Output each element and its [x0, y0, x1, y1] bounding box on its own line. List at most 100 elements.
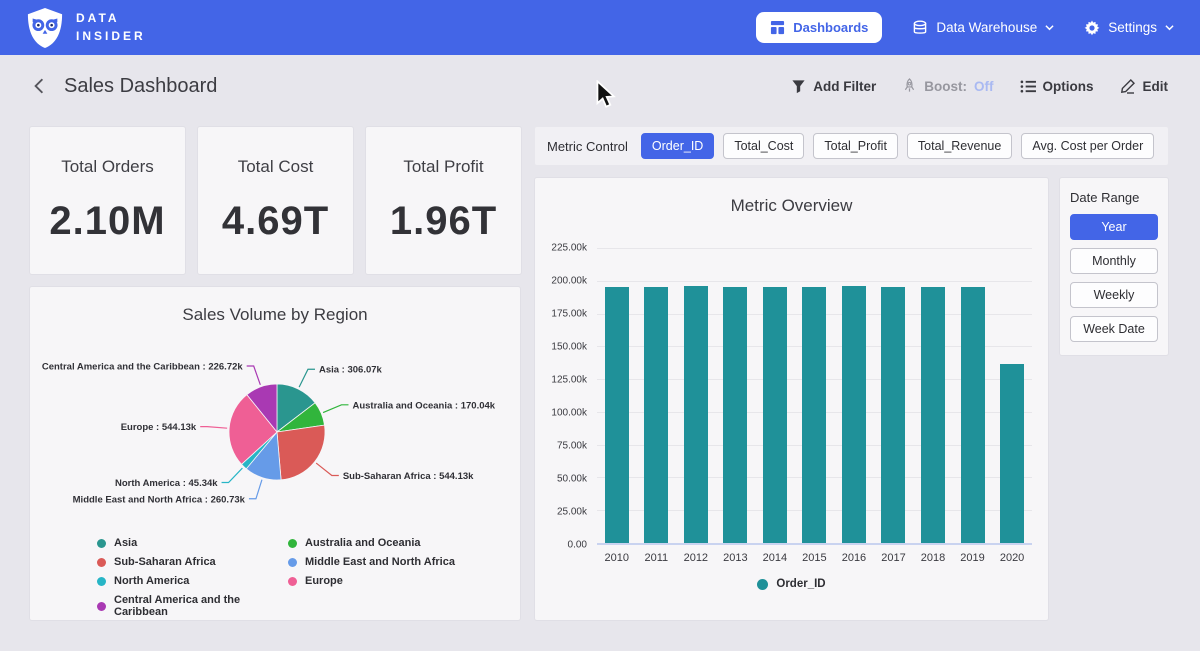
pie-leader-line [247, 366, 261, 385]
bar-2020[interactable] [1000, 364, 1024, 543]
metric-option-order-id[interactable]: Order_ID [641, 133, 714, 159]
bar-2013[interactable] [723, 287, 747, 543]
legend-label: Central America and the Caribbean [114, 594, 288, 618]
add-filter-label: Add Filter [813, 79, 876, 94]
y-tick-label: 0.00 [568, 540, 587, 551]
metric-option-total-revenue[interactable]: Total_Revenue [907, 133, 1012, 159]
legend-item-asia[interactable]: Asia [97, 537, 288, 549]
bar-slot [755, 248, 794, 543]
pie-slice-sub-saharan-africa[interactable] [277, 425, 325, 480]
date-range-option-monthly[interactable]: Monthly [1070, 248, 1158, 274]
boost-value: Off [974, 79, 994, 94]
legend-item-europe[interactable]: Europe [288, 575, 455, 587]
bar-slot [834, 248, 873, 543]
options-label: Options [1043, 79, 1094, 94]
x-tick-label: 2012 [676, 552, 715, 564]
kpi-value: 1.96T [390, 199, 497, 244]
legend-dot [288, 539, 297, 548]
bar-2014[interactable] [763, 287, 787, 543]
kpi-label: Total Orders [61, 157, 154, 177]
y-tick-label: 225.00k [551, 243, 587, 254]
add-filter-button[interactable]: Add Filter [791, 79, 876, 94]
bar-2010[interactable] [605, 287, 629, 543]
kpi-label: Total Profit [403, 157, 483, 177]
pie-leader-line [200, 427, 227, 429]
date-range-option-year[interactable]: Year [1070, 214, 1158, 240]
legend-item-sub-saharan-africa[interactable]: Sub-Saharan Africa [97, 556, 288, 568]
x-tick-label: 2016 [834, 552, 873, 564]
legend-item-central-america-and-the-caribbean[interactable]: Central America and the Caribbean [97, 594, 288, 618]
pie-label-central-america-and-the-caribbean: Central America and the Caribbean : 226.… [42, 361, 244, 372]
bar-2011[interactable] [644, 287, 668, 543]
date-range-card: Date Range YearMonthlyWeeklyWeek Date [1060, 178, 1168, 355]
bar-2018[interactable] [921, 287, 945, 543]
metric-control-buttons: Order_ID Total_Cost Total_Profit Total_Reve… [641, 133, 1154, 159]
boost-label: Boost: [924, 79, 967, 94]
metric-option-total-profit[interactable]: Total_Profit [813, 133, 898, 159]
x-tick-label: 2018 [914, 552, 953, 564]
bar-slot [637, 248, 676, 543]
pie-leader-line [222, 468, 243, 482]
page-title: Sales Dashboard [64, 75, 217, 98]
chevron-down-icon [1045, 23, 1054, 32]
data-warehouse-label: Data Warehouse [936, 20, 1037, 35]
settings-menu[interactable]: Settings [1084, 20, 1174, 36]
metric-control-label: Metric Control [547, 139, 628, 154]
legend-item-middle-east-and-north-africa[interactable]: Middle East and North Africa [288, 556, 455, 568]
bar-2015[interactable] [802, 287, 826, 543]
bar-slot [993, 248, 1032, 543]
date-range-option-week-date[interactable]: Week Date [1070, 316, 1158, 342]
bar-chart-legend: Order_ID [535, 578, 1048, 590]
bar-slot [874, 248, 913, 543]
bar-slot [716, 248, 755, 543]
bar-chart-title: Metric Overview [535, 178, 1048, 216]
legend-dot [97, 539, 106, 548]
legend-label: Sub-Saharan Africa [114, 556, 216, 568]
data-warehouse-menu[interactable]: Data Warehouse [912, 20, 1054, 36]
chevron-down-icon [1165, 23, 1174, 32]
x-tick-label: 2015 [795, 552, 834, 564]
x-tick-label: 2011 [637, 552, 676, 564]
pie-leader-line [323, 405, 348, 413]
bar-2019[interactable] [961, 287, 985, 543]
options-button[interactable]: Options [1020, 79, 1094, 94]
date-range-option-weekly[interactable]: Weekly [1070, 282, 1158, 308]
dashboard-grid-icon [770, 20, 785, 35]
sales-dashboard-page: DATA INSIDER Dashboards Data Warehou [0, 0, 1200, 651]
legend-dot [97, 602, 106, 611]
bar-2016[interactable] [842, 286, 866, 543]
back-button[interactable] [32, 77, 46, 95]
bar-2012[interactable] [684, 286, 708, 543]
pie-leader-line [249, 480, 262, 499]
top-navbar: DATA INSIDER Dashboards Data Warehou [0, 0, 1200, 55]
legend-dot [97, 577, 106, 586]
brand-line2: INSIDER [76, 28, 146, 45]
header-actions: Add Filter Boost: Off Options [791, 78, 1168, 94]
x-tick-label: 2014 [755, 552, 794, 564]
database-icon [912, 20, 928, 36]
edit-button[interactable]: Edit [1120, 78, 1169, 94]
boost-toggle[interactable]: Boost: Off [902, 78, 993, 94]
legend-label: Middle East and North Africa [305, 556, 455, 568]
legend-dot [97, 558, 106, 567]
y-tick-label: 75.00k [557, 441, 587, 452]
edit-pencil-icon [1120, 78, 1136, 94]
bar-2017[interactable] [881, 287, 905, 543]
pie-chart[interactable]: Asia : 306.07kAustralia and Oceania : 17… [30, 337, 520, 532]
dashboards-button[interactable]: Dashboards [756, 12, 882, 43]
pie-label-middle-east-and-north-africa: Middle East and North Africa : 260.73k [73, 494, 246, 505]
bar-slot [676, 248, 715, 543]
pie-leader-line [316, 463, 339, 475]
x-tick-label: 2020 [993, 552, 1032, 564]
legend-item-north-america[interactable]: North America [97, 575, 288, 587]
y-tick-label: 175.00k [551, 308, 587, 319]
y-tick-label: 150.00k [551, 342, 587, 353]
metric-option-avg-cost-per-order[interactable]: Avg. Cost per Order [1021, 133, 1154, 159]
kpi-value: 2.10M [49, 199, 165, 244]
gear-icon [1084, 20, 1100, 36]
bar-chart-card: Metric Overview 225.00k200.00k175.00k150… [535, 178, 1048, 620]
metric-option-total-cost[interactable]: Total_Cost [723, 133, 804, 159]
dashboards-label: Dashboards [793, 20, 868, 35]
legend-item-australia-and-oceania[interactable]: Australia and Oceania [288, 537, 455, 549]
legend-label: Australia and Oceania [305, 537, 421, 549]
